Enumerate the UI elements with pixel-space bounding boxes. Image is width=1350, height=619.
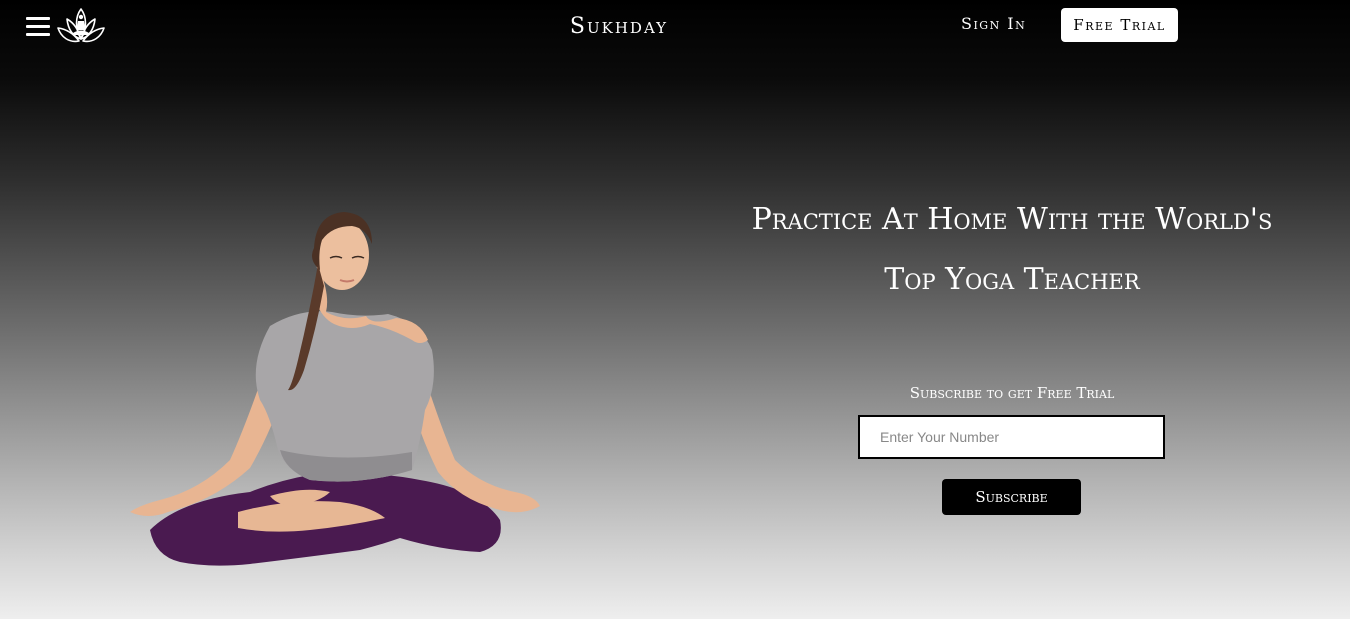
phone-number-input[interactable] [858, 415, 1165, 459]
free-trial-button[interactable]: Free Trial [1061, 8, 1178, 42]
hero-heading-line-1: Practice At Home With the World's [751, 202, 1273, 237]
woman-meditating-lotus-pose [130, 212, 540, 566]
subscribe-label: Subscribe to get Free Trial [909, 384, 1115, 402]
hero-heading: Practice At Home With the World's Top Yo… [710, 190, 1314, 310]
brand-title[interactable]: Sukhday [0, 14, 1238, 39]
sign-in-link[interactable]: Sign In [961, 14, 1026, 33]
subscribe-button[interactable]: Subscribe [942, 479, 1081, 515]
top-navigation-bar: Sukhday Sign In Free Trial [0, 0, 1350, 60]
hero-heading-line-2: Top Yoga Teacher [884, 262, 1140, 297]
